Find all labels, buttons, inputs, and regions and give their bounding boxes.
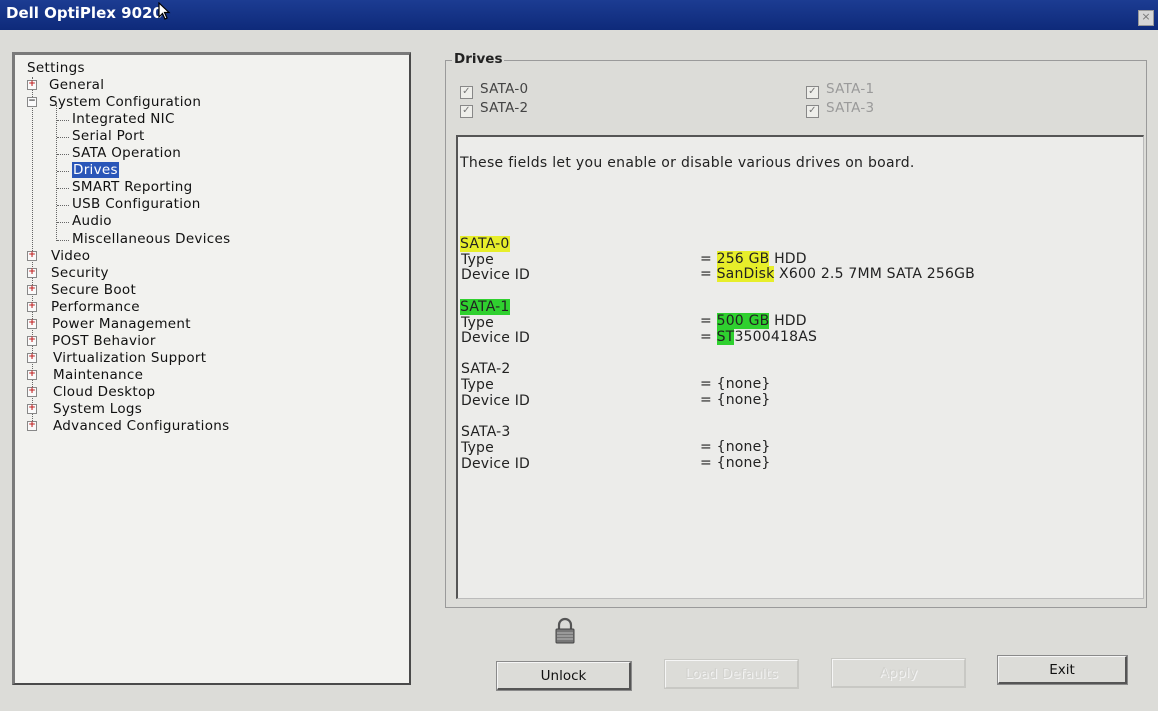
tree-item-sata-operation[interactable]: SATA Operation	[72, 145, 181, 161]
tree-branch-line	[57, 222, 69, 223]
expand-icon[interactable]: +	[27, 302, 37, 312]
window-title: Dell OptiPlex 9020	[6, 4, 163, 22]
drive-device-id-label: Device ID	[461, 393, 531, 409]
tree-item-usb-configuration[interactable]: USB Configuration	[72, 196, 201, 212]
tree-item-maintenance[interactable]: Maintenance	[53, 367, 143, 383]
tree-item-power-management[interactable]: Power Management	[52, 316, 191, 332]
tree-branch-line	[57, 171, 69, 172]
tree-item-secure-boot[interactable]: Secure Boot	[51, 282, 136, 298]
checkbox-sata-3[interactable]: ✓ SATA-3	[806, 100, 874, 118]
unlock-button[interactable]: Unlock	[496, 661, 632, 691]
drive-type-label: Type	[461, 315, 494, 331]
drive-device-id-label: Device ID	[461, 330, 531, 346]
bios-setup-window: Dell OptiPlex 9020 × Settings + General …	[0, 0, 1158, 711]
drive-device-id-label: Device ID	[461, 456, 531, 472]
drive-name-sata-3: SATA-3	[461, 424, 511, 440]
help-info-box	[456, 135, 1144, 599]
tree-item-audio[interactable]: Audio	[72, 213, 112, 229]
expand-icon[interactable]: +	[27, 336, 37, 346]
tree-item-post-behavior[interactable]: POST Behavior	[52, 333, 156, 349]
checkbox-sata-0[interactable]: ✓ SATA-0	[460, 81, 528, 99]
tree-item-performance[interactable]: Performance	[51, 299, 140, 315]
checkmark-icon[interactable]: ✓	[806, 105, 819, 118]
drive-type-value: = {none}	[700, 439, 771, 455]
settings-tree: Settings + General − System Configuratio…	[12, 52, 411, 685]
lock-icon	[555, 617, 575, 644]
expand-icon[interactable]: +	[27, 370, 37, 380]
tree-item-integrated-nic[interactable]: Integrated NIC	[72, 111, 175, 127]
drive-device-id-value: = ST3500418AS	[700, 329, 818, 345]
expand-icon[interactable]: +	[27, 387, 37, 397]
drive-type-label: Type	[461, 440, 494, 456]
tree-root-settings: Settings	[27, 60, 85, 76]
drive-device-id-value: = {none}	[700, 392, 771, 408]
tree-item-smart-reporting[interactable]: SMART Reporting	[72, 179, 193, 195]
expand-icon[interactable]: +	[27, 421, 37, 431]
checkbox-sata-1[interactable]: ✓ SATA-1	[806, 81, 874, 99]
checkbox-sata-2[interactable]: ✓ SATA-2	[460, 100, 528, 118]
drive-type-value: = {none}	[700, 376, 771, 392]
drive-type-label: Type	[461, 377, 494, 393]
expand-icon[interactable]: +	[27, 251, 37, 261]
drive-type-value: = 256 GB HDD	[700, 251, 807, 267]
tree-item-serial-port[interactable]: Serial Port	[72, 128, 145, 144]
tree-item-general[interactable]: General	[49, 77, 104, 93]
expand-icon[interactable]: +	[27, 404, 37, 414]
drive-device-id-label: Device ID	[461, 267, 531, 283]
checkmark-icon[interactable]: ✓	[460, 86, 473, 99]
expand-icon[interactable]: +	[27, 319, 37, 329]
mouse-cursor-icon	[158, 2, 171, 20]
drive-device-id-value: = SanDisk X600 2.5 7MM SATA 256GB	[700, 266, 975, 282]
tree-branch-line	[57, 137, 69, 138]
close-icon[interactable]: ×	[1138, 10, 1154, 26]
checkmark-icon[interactable]: ✓	[460, 105, 473, 118]
expand-icon[interactable]: +	[27, 80, 37, 90]
tree-item-advanced-configurations[interactable]: Advanced Configurations	[53, 418, 229, 434]
tree-item-video[interactable]: Video	[51, 248, 90, 264]
apply-button[interactable]: Apply	[831, 658, 966, 688]
drive-type-label: Type	[461, 252, 494, 268]
tree-branch-line	[57, 188, 69, 189]
tree-item-system-configuration[interactable]: System Configuration	[49, 94, 201, 110]
exit-button[interactable]: Exit	[997, 655, 1128, 685]
expand-icon[interactable]: +	[27, 353, 37, 363]
tree-item-cloud-desktop[interactable]: Cloud Desktop	[53, 384, 155, 400]
tree-guide-line	[56, 105, 57, 241]
tree-branch-line	[57, 240, 69, 241]
drive-name-sata-2: SATA-2	[461, 361, 511, 377]
tree-item-system-logs[interactable]: System Logs	[53, 401, 142, 417]
tree-branch-line	[57, 120, 69, 121]
expand-icon[interactable]: +	[27, 268, 37, 278]
drive-name-sata-1: SATA-1	[460, 299, 510, 315]
tree-branch-line	[57, 154, 69, 155]
drives-group-title: Drives	[452, 51, 505, 67]
drive-type-value: = 500 GB HDD	[700, 313, 807, 329]
collapse-icon[interactable]: −	[27, 97, 37, 107]
drive-device-id-value: = {none}	[700, 455, 771, 471]
tree-item-drives[interactable]: Drives	[72, 162, 119, 178]
help-description: These fields let you enable or disable v…	[460, 155, 915, 171]
tree-branch-line	[57, 205, 69, 206]
tree-item-virtualization-support[interactable]: Virtualization Support	[53, 350, 206, 366]
checkmark-icon[interactable]: ✓	[806, 86, 819, 99]
drive-name-sata-0: SATA-0	[460, 236, 510, 252]
tree-item-miscellaneous-devices[interactable]: Miscellaneous Devices	[72, 231, 230, 247]
expand-icon[interactable]: +	[27, 285, 37, 295]
load-defaults-button[interactable]: Load Defaults	[664, 659, 799, 689]
tree-item-security[interactable]: Security	[51, 265, 109, 281]
